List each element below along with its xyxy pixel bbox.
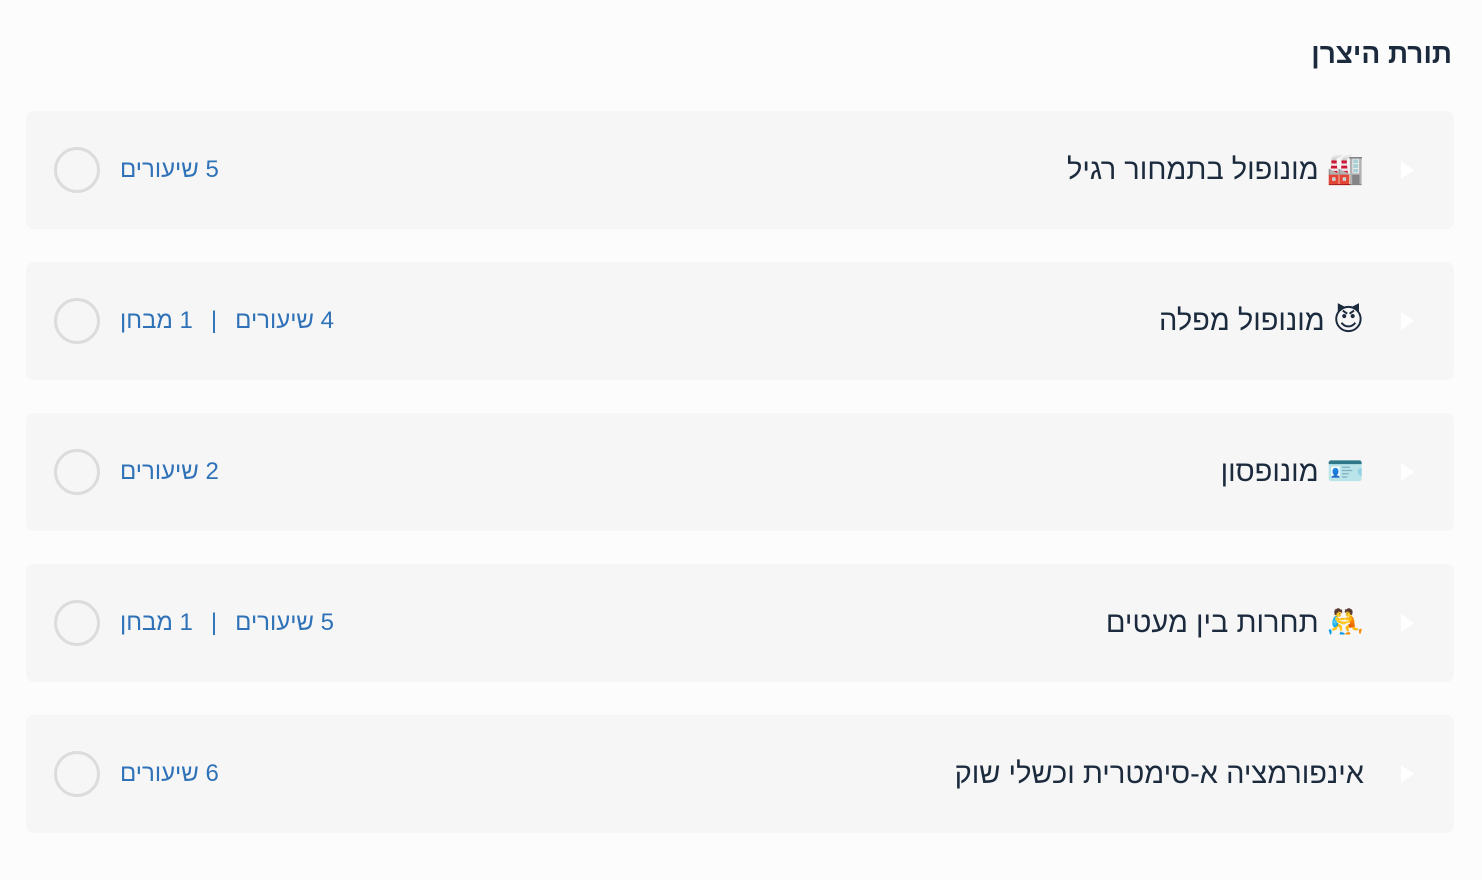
course-title-text: מונופול מפלה: [1159, 305, 1325, 337]
empty-circle-icon: [54, 449, 100, 495]
course-title-text: תחרות בין מעטים: [1105, 607, 1319, 639]
course-item[interactable]: 🪪מונופסון 2 שיעורים: [26, 413, 1454, 531]
meta-separator: |: [210, 307, 218, 334]
course-meta: 4 שיעורים | 1 מבחן: [120, 306, 334, 336]
meta-separator: |: [210, 609, 218, 636]
caret-left-icon[interactable]: [1401, 765, 1414, 783]
course-title-text: מונופסון: [1220, 456, 1319, 488]
course-title[interactable]: 😈מונופול מפלה: [1159, 301, 1364, 341]
caret-left-icon[interactable]: [1401, 161, 1414, 179]
course-item[interactable]: 🤼תחרות בין מעטים 5 שיעורים | 1 מבחן: [26, 564, 1454, 682]
course-title[interactable]: 🪪מונופסון: [1221, 452, 1364, 492]
course-title[interactable]: אינפורמציה א-סימטרית וכשלי שוק: [955, 754, 1364, 794]
caret-left-icon[interactable]: [1401, 614, 1414, 632]
empty-circle-icon: [54, 147, 100, 193]
course-title[interactable]: 🤼תחרות בין מעטים: [1106, 603, 1364, 643]
course-meta: 5 שיעורים: [120, 155, 219, 185]
wrestlers-emoji-icon: 🤼: [1326, 606, 1364, 639]
course-item[interactable]: אינפורמציה א-סימטרית וכשלי שוק 6 שיעורים: [26, 715, 1454, 833]
course-meta: 6 שיעורים: [120, 759, 219, 789]
lesson-count: 6 שיעורים: [120, 760, 219, 787]
lesson-count: 2 שיעורים: [120, 458, 219, 485]
course-item[interactable]: 😈מונופול מפלה 4 שיעורים | 1 מבחן: [26, 262, 1454, 380]
course-meta: 2 שיעורים: [120, 457, 219, 487]
course-list: 🏭מונופול בתמחור רגיל 5 שיעורים 😈מונופול …: [26, 111, 1454, 866]
empty-circle-icon: [54, 751, 100, 797]
lesson-count: 5 שיעורים: [120, 156, 219, 183]
course-title-text: אינפורמציה א-סימטרית וכשלי שוק: [954, 758, 1364, 790]
smiling-devil-emoji-icon: 😈: [1332, 304, 1364, 337]
caret-left-icon[interactable]: [1401, 463, 1414, 481]
course-title-text: מונופול בתמחור רגיל: [1067, 154, 1319, 186]
course-title[interactable]: 🏭מונופול בתמחור רגיל: [1067, 150, 1364, 190]
lesson-count: 5 שיעורים: [235, 609, 334, 636]
quiz-count: 1 מבחן: [120, 307, 193, 334]
lesson-count: 4 שיעורים: [235, 307, 334, 334]
empty-circle-icon: [54, 600, 100, 646]
quiz-count: 1 מבחן: [120, 609, 193, 636]
course-item[interactable]: 🏭מונופול בתמחור רגיל 5 שיעורים: [26, 111, 1454, 229]
empty-circle-icon: [54, 298, 100, 344]
section-title: תורת היצרן: [1311, 38, 1452, 69]
caret-left-icon[interactable]: [1401, 312, 1414, 330]
course-meta: 5 שיעורים | 1 מבחן: [120, 608, 334, 638]
id-card-emoji-icon: 🪪: [1326, 455, 1364, 488]
factory-emoji-icon: 🏭: [1326, 153, 1364, 186]
